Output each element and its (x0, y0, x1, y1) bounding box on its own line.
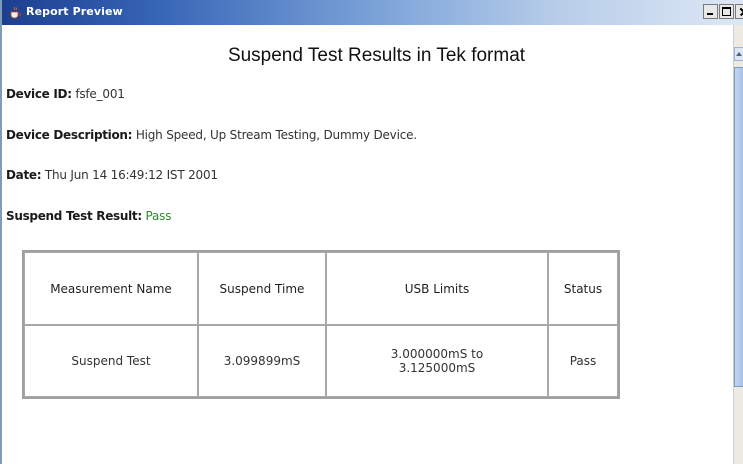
vertical-scrollbar[interactable] (733, 25, 743, 464)
device-description-value: High Speed, Up Stream Testing, Dummy Dev… (135, 128, 417, 142)
table-header-row: Measurement Name Suspend Time USB Limits… (24, 252, 618, 325)
header-status: Status (548, 252, 618, 325)
results-table: Measurement Name Suspend Time USB Limits… (22, 250, 620, 399)
minimize-button[interactable] (703, 4, 718, 19)
scroll-up-arrow-icon[interactable] (734, 47, 743, 61)
title-bar[interactable]: Report Preview (2, 0, 743, 25)
close-button[interactable] (735, 4, 743, 19)
cell-usb-limits: 3.000000mS to 3.125000mS (326, 325, 548, 397)
report-title: Suspend Test Results in Tek format (227, 45, 526, 66)
suspend-result-label: Suspend Test Result: (6, 209, 142, 223)
cell-measurement-name: Suspend Test (24, 325, 198, 397)
date-value: Thu Jun 14 16:49:12 IST 2001 (44, 168, 218, 182)
maximize-button[interactable] (719, 4, 734, 19)
device-description-row: Device Description: High Speed, Up Strea… (6, 128, 417, 142)
window-controls (702, 4, 743, 21)
usb-limits-line-1: 3.000000mS to (390, 347, 484, 361)
suspend-result-value: Pass (145, 209, 172, 223)
report-preview-window: Report Preview Suspend Test Results in T… (0, 0, 743, 464)
device-id-label: Device ID: (6, 87, 72, 101)
scroll-thumb[interactable] (734, 67, 743, 387)
header-suspend-time: Suspend Time (198, 252, 326, 325)
java-cup-icon (10, 6, 21, 19)
header-measurement-name: Measurement Name (24, 252, 198, 325)
window-title: Report Preview (26, 5, 123, 18)
date-label: Date: (6, 168, 42, 182)
usb-limits-line-2: 3.125000mS (398, 361, 476, 375)
table-row: Suspend Test 3.099899mS 3.000000mS to 3.… (24, 325, 618, 397)
device-id-row: Device ID: fsfe_001 (6, 87, 125, 101)
date-row: Date: Thu Jun 14 16:49:12 IST 2001 (6, 168, 218, 182)
device-id-value: fsfe_001 (75, 87, 125, 101)
suspend-result-row: Suspend Test Result: Pass (6, 209, 171, 223)
device-description-label: Device Description: (6, 128, 133, 142)
cell-suspend-time: 3.099899mS (198, 325, 326, 397)
cell-status: Pass (548, 325, 618, 397)
header-usb-limits: USB Limits (326, 252, 548, 325)
